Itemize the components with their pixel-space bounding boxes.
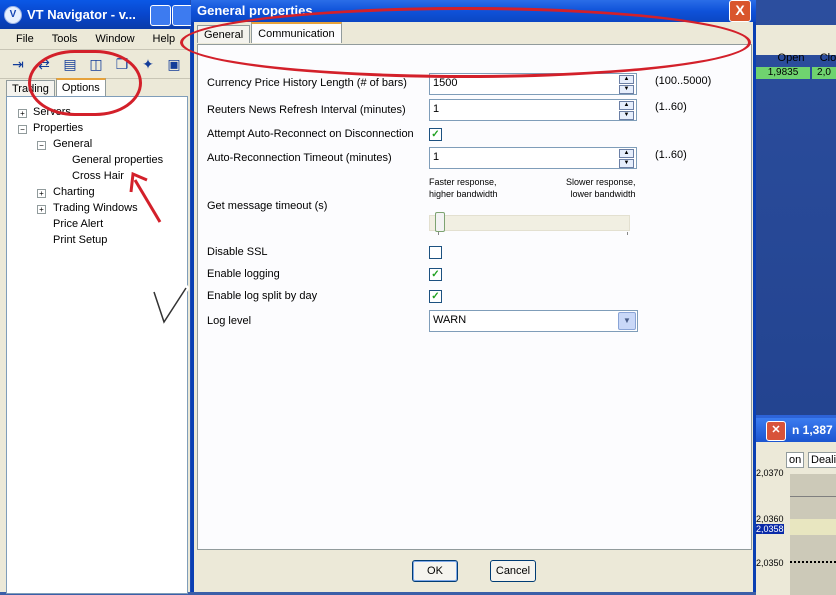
tree-item-cross-hair[interactable]: Cross Hair xyxy=(72,170,124,182)
slider-tick xyxy=(438,232,439,235)
close-icon[interactable]: ✕ xyxy=(766,421,786,441)
message-timeout-slider-track[interactable] xyxy=(429,215,630,231)
expand-icon[interactable]: + xyxy=(37,189,46,198)
history-length-value: 1500 xyxy=(433,77,458,89)
chevron-down-icon[interactable]: ▼ xyxy=(618,312,636,330)
column-header-close: Clo xyxy=(819,52,836,64)
menu-file[interactable]: File xyxy=(4,33,40,45)
tree-item-price-alert[interactable]: Price Alert xyxy=(53,218,103,230)
app-logo-icon: V xyxy=(4,5,22,24)
background-quote-table: Open Clo 1,9835 2,0 xyxy=(756,25,836,79)
price-label: 2,0360 xyxy=(756,514,784,524)
slider-right-note-line: Slower response, xyxy=(566,177,636,187)
dialog-button-bar: OK Cancel xyxy=(194,552,753,592)
spin-down-icon[interactable]: ▼ xyxy=(619,111,634,120)
ok-button[interactable]: OK xyxy=(412,560,458,582)
close-icon[interactable]: X xyxy=(729,0,751,22)
menu-help[interactable]: Help xyxy=(141,33,182,45)
message-timeout-slider-thumb[interactable] xyxy=(435,212,445,232)
tree-item-general[interactable]: General xyxy=(53,138,92,150)
disable-ssl-checkbox[interactable] xyxy=(429,246,442,259)
general-properties-dialog: General properties X General Communicati… xyxy=(191,0,756,592)
log-split-label: Enable log split by day xyxy=(207,290,318,302)
chart-window-title: n 1,387 xyxy=(792,423,833,437)
spinner-arrows: ▲ ▼ xyxy=(619,75,634,94)
arrange-icon[interactable]: ▣ xyxy=(164,55,184,73)
news-refresh-range: (1..60) xyxy=(655,101,687,113)
auto-reconnect-label: Attempt Auto-Reconnect on Disconnection xyxy=(207,128,414,140)
quote-open-value: 1,9835 xyxy=(756,67,810,79)
auto-reconnect-checkbox[interactable]: ✓ xyxy=(429,128,442,141)
tab-on[interactable]: on xyxy=(786,452,805,468)
new-window-icon[interactable]: ✦ xyxy=(138,55,158,73)
history-length-label: Currency Price History Length (# of bars… xyxy=(207,77,407,89)
enable-logging-label: Enable logging xyxy=(207,268,280,280)
collapse-icon[interactable]: − xyxy=(37,141,46,150)
reconnect-timeout-spinner[interactable]: 1 ▲ ▼ xyxy=(429,147,637,169)
menu-bar: File Tools Window Help xyxy=(0,29,190,50)
navigator-titlebar: V VT Navigator - v... xyxy=(0,0,193,29)
expand-icon[interactable]: + xyxy=(37,205,46,214)
disable-ssl-label: Disable SSL xyxy=(207,246,268,258)
current-price-label: 2,0358 xyxy=(756,524,784,534)
communication-panel: Currency Price History Length (# of bars… xyxy=(197,44,752,550)
tree-item-properties[interactable]: Properties xyxy=(33,122,83,134)
news-refresh-spinner[interactable]: 1 ▲ ▼ xyxy=(429,99,637,121)
minimize-icon[interactable] xyxy=(150,5,171,26)
reconnect-timeout-label: Auto-Reconnection Timeout (minutes) xyxy=(207,152,392,164)
slider-right-note-line: lower bandwidth xyxy=(570,189,636,199)
log-level-value: WARN xyxy=(433,314,467,326)
news-refresh-label: Reuters News Refresh Interval (minutes) xyxy=(207,104,406,116)
spin-up-icon[interactable]: ▲ xyxy=(619,101,634,110)
annotation-circle xyxy=(180,7,751,78)
maximize-icon[interactable] xyxy=(172,5,193,26)
slider-right-note: Slower response, lower bandwidth xyxy=(566,176,636,200)
tree-item-charting[interactable]: Charting xyxy=(53,186,95,198)
slider-left-note-line: Faster response, xyxy=(429,177,497,187)
log-split-checkbox[interactable]: ✓ xyxy=(429,290,442,303)
annotation-arrow xyxy=(129,171,162,223)
collapse-icon[interactable]: − xyxy=(18,125,27,134)
tab-dealing[interactable]: Dealir xyxy=(808,452,836,468)
chart-window-titlebar: ✕ n 1,387 xyxy=(756,418,836,442)
navigator-title: VT Navigator - v... xyxy=(27,7,136,22)
spinner-arrows: ▲ ▼ xyxy=(619,149,634,168)
dialog-body: General Communication Currency Price His… xyxy=(194,22,753,592)
annotation-circle xyxy=(28,50,142,116)
history-length-range: (100..5000) xyxy=(655,75,712,87)
spin-up-icon[interactable]: ▲ xyxy=(619,149,634,158)
log-level-label: Log level xyxy=(207,315,252,327)
news-refresh-value: 1 xyxy=(433,103,440,115)
chart-plot-area xyxy=(790,474,836,595)
log-level-select[interactable]: WARN ▼ xyxy=(429,310,638,332)
tree-item-general-properties[interactable]: General properties xyxy=(72,154,164,166)
enable-logging-checkbox[interactable]: ✓ xyxy=(429,268,442,281)
cancel-button[interactable]: Cancel xyxy=(490,560,536,582)
slider-left-note-line: higher bandwidth xyxy=(429,189,498,199)
column-header-open: Open xyxy=(777,52,805,64)
tree-item-print-setup[interactable]: Print Setup xyxy=(53,234,107,246)
spin-up-icon[interactable]: ▲ xyxy=(619,75,634,84)
spin-down-icon[interactable]: ▼ xyxy=(619,85,634,94)
price-label: 2,0350 xyxy=(756,558,784,568)
slider-tick xyxy=(627,232,628,235)
reconnect-timeout-value: 1 xyxy=(433,151,440,163)
reconnect-timeout-range: (1..60) xyxy=(655,149,687,161)
spin-down-icon[interactable]: ▼ xyxy=(619,159,634,168)
expand-icon[interactable]: + xyxy=(18,109,27,118)
menu-tools[interactable]: Tools xyxy=(40,33,84,45)
message-timeout-label: Get message timeout (s) xyxy=(207,200,328,212)
pin-icon[interactable]: ⇥ xyxy=(8,55,28,73)
quote-close-value: 2,0 xyxy=(812,67,836,79)
menu-window[interactable]: Window xyxy=(83,33,140,45)
price-label: 2,0370 xyxy=(756,468,784,478)
annotation-checkmark xyxy=(151,285,189,329)
spinner-arrows: ▲ ▼ xyxy=(619,101,634,120)
slider-left-note: Faster response, higher bandwidth xyxy=(429,176,498,200)
background-chart-window: ✕ n 1,387 on Dealir 2,0370 2,0360 2,0358… xyxy=(756,415,836,595)
